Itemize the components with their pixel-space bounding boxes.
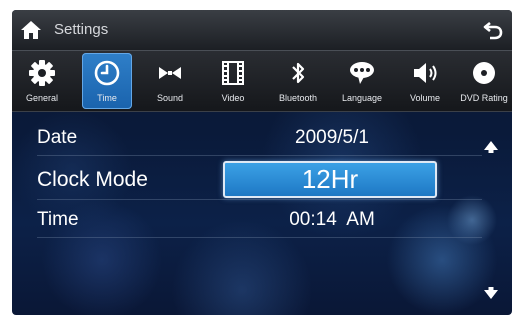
tab-bluetooth[interactable]: Bluetooth [268,53,328,109]
page-title: Settings [54,21,109,38]
tab-language-label: Language [341,93,383,103]
tab-general[interactable]: General [14,53,70,109]
row-divider [37,155,482,156]
tab-volume-label: Volume [409,93,441,103]
speaker-icon [414,63,437,83]
title-bar: Settings [12,10,512,51]
settings-screen: Settings General Time Sound Video Blueto… [12,10,512,315]
tab-language[interactable]: Language [334,53,390,109]
tab-dvd-rating[interactable]: DVD Rating [456,53,512,109]
scroll-down-arrow-icon[interactable] [483,286,499,300]
setting-row-date[interactable]: Date 2009/5/1 [12,120,482,156]
disc-icon [473,62,495,84]
time-label: Time [37,209,79,230]
date-value[interactable]: 2009/5/1 [227,127,437,149]
speech-bubble-icon [350,62,374,84]
tab-time-label: Time [97,93,117,103]
gear-icon [29,60,55,86]
tab-volume[interactable]: Volume [400,53,450,109]
clock-mode-label: Clock Mode [37,168,148,191]
film-icon [222,61,244,85]
tab-general-label: General [25,93,59,103]
tab-sound-label: Sound [156,93,184,103]
tab-bluetooth-label: Bluetooth [278,93,318,103]
row-divider [37,199,482,200]
row-divider [37,237,482,238]
settings-tab-bar: General Time Sound Video Bluetooth Langu… [12,51,512,112]
clock-mode-value-box[interactable]: 12Hr [223,161,437,198]
sound-icon [159,67,181,79]
tab-dvd-rating-label: DVD Rating [460,93,508,103]
scroll-up-arrow-icon[interactable] [483,140,499,154]
tab-sound[interactable]: Sound [142,53,198,109]
bluetooth-icon [292,62,305,84]
tab-video-label: Video [221,93,245,103]
date-label: Date [37,127,78,148]
home-icon[interactable] [20,19,42,41]
clock-mode-value: 12Hr [301,164,359,194]
back-icon[interactable] [482,19,504,41]
tab-video[interactable]: Video [208,53,258,109]
setting-row-clock-mode[interactable]: Clock Mode 12Hr [12,158,482,200]
setting-row-time[interactable]: Time 00:14 AM [12,202,482,238]
tab-time[interactable]: Time [82,53,132,109]
time-value[interactable]: 00:14 AM [227,209,437,231]
clock-icon [94,60,120,86]
